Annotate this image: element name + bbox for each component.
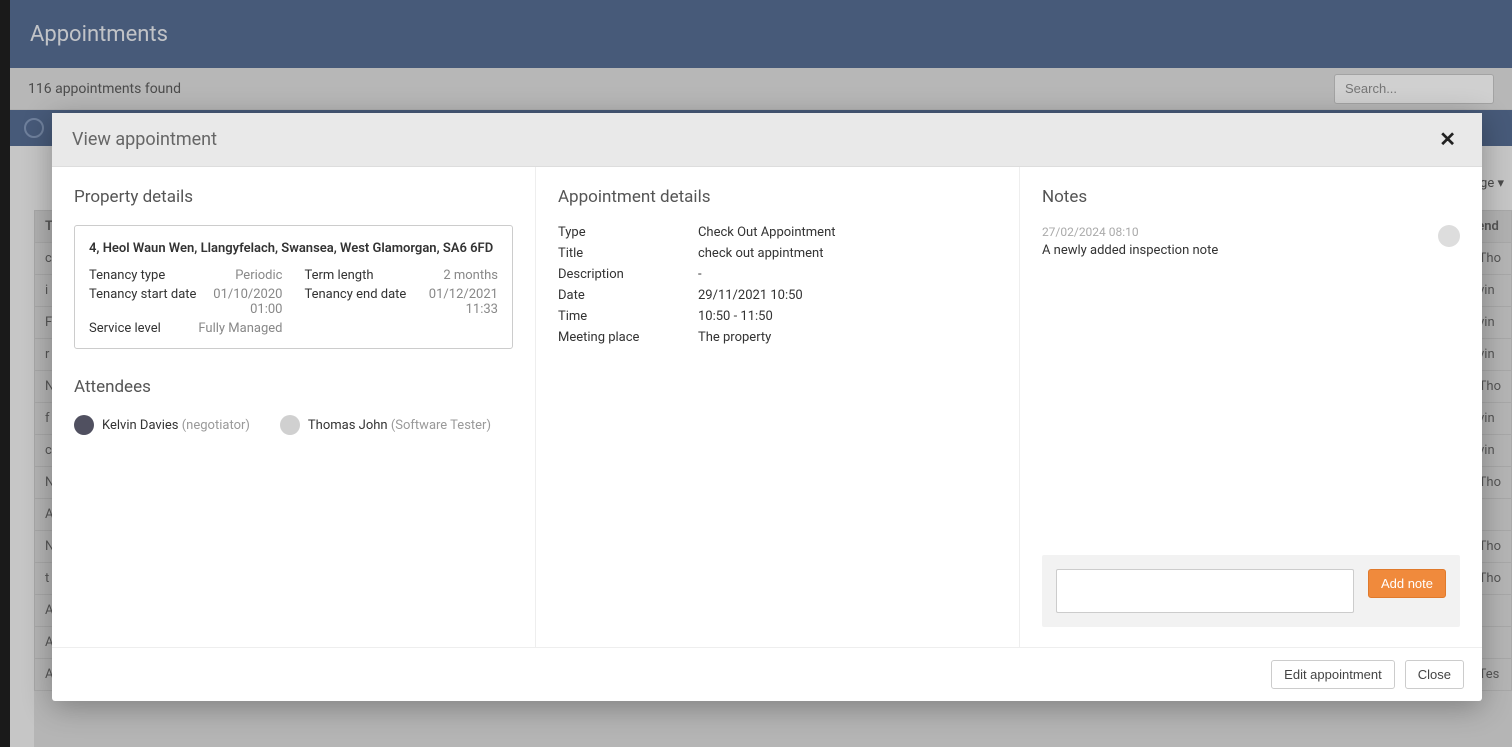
detail-key: Time <box>558 309 698 324</box>
attendee-role: (Software Tester) <box>391 418 491 433</box>
property-address: 4, Heol Waun Wen, Llangyfelach, Swansea,… <box>89 240 498 258</box>
detail-row: Description- <box>558 267 997 282</box>
close-button[interactable]: Close <box>1405 660 1464 689</box>
note-item: 27/02/2024 08:10 A newly added inspection… <box>1042 225 1460 258</box>
appointment-detail-rows: TypeCheck Out AppointmentTitlecheck out … <box>558 225 997 345</box>
term-length-value: 2 months <box>443 268 498 283</box>
tenancy-start-label: Tenancy start date <box>89 287 196 302</box>
detail-key: Description <box>558 267 698 282</box>
detail-row: Time10:50 - 11:50 <box>558 309 997 324</box>
detail-row: Meeting placeThe property <box>558 330 997 345</box>
property-details-heading: Property details <box>74 187 513 207</box>
modal-title: View appointment <box>72 129 217 150</box>
tenancy-start-value: 01/10/2020 01:00 <box>213 287 282 317</box>
attendee: Thomas John (Software Tester) <box>280 415 491 435</box>
attendee-name: Thomas John <box>308 418 388 433</box>
detail-row: TypeCheck Out Appointment <box>558 225 997 240</box>
detail-key: Type <box>558 225 698 240</box>
view-appointment-modal: View appointment ✕ Property details 4, H… <box>52 113 1482 701</box>
tenancy-type-value: Periodic <box>235 268 282 283</box>
modal-footer: Edit appointment Close <box>52 647 1482 701</box>
appointment-details-heading: Appointment details <box>558 187 997 207</box>
note-text: A newly added inspection note <box>1042 243 1460 258</box>
avatar <box>74 415 94 435</box>
detail-value: - <box>698 267 702 282</box>
notes-heading: Notes <box>1042 187 1460 207</box>
detail-key: Date <box>558 288 698 303</box>
detail-value: The property <box>698 330 771 345</box>
tenancy-type-label: Tenancy type <box>89 268 165 283</box>
attendee-name: Kelvin Davies <box>102 418 178 433</box>
detail-value: check out appintment <box>698 246 824 261</box>
attendees-list: Kelvin Davies (negotiator) Thomas John (S… <box>74 415 513 435</box>
detail-key: Meeting place <box>558 330 698 345</box>
detail-value: Check Out Appointment <box>698 225 836 240</box>
notes-list: 27/02/2024 08:10 A newly added inspection… <box>1042 225 1460 270</box>
avatar <box>280 415 300 435</box>
attendee: Kelvin Davies (negotiator) <box>74 415 250 435</box>
detail-row: Date29/11/2021 10:50 <box>558 288 997 303</box>
attendee-role: (negotiator) <box>182 418 250 433</box>
term-length-label: Term length <box>304 268 373 283</box>
note-timestamp: 27/02/2024 08:10 <box>1042 225 1460 239</box>
detail-value: 29/11/2021 10:50 <box>698 288 803 303</box>
tenancy-end-value: 01/12/2021 11:33 <box>429 287 498 317</box>
property-card: 4, Heol Waun Wen, Llangyfelach, Swansea,… <box>74 225 513 349</box>
detail-key: Title <box>558 246 698 261</box>
attendees-heading: Attendees <box>74 377 513 397</box>
notes-input-row: Add note <box>1042 555 1460 627</box>
detail-value: 10:50 - 11:50 <box>698 309 773 324</box>
modal-header: View appointment ✕ <box>52 113 1482 167</box>
note-input[interactable] <box>1056 569 1354 613</box>
detail-row: Titlecheck out appintment <box>558 246 997 261</box>
avatar <box>1438 225 1460 247</box>
app-shell: Appointments 116 appointments found page… <box>10 0 1512 747</box>
add-note-button[interactable]: Add note <box>1368 569 1446 598</box>
service-level-label: Service level <box>89 321 161 336</box>
close-icon[interactable]: ✕ <box>1433 125 1462 154</box>
tenancy-end-label: Tenancy end date <box>304 287 406 302</box>
edit-appointment-button[interactable]: Edit appointment <box>1271 660 1395 689</box>
service-level-value: Fully Managed <box>198 321 282 336</box>
